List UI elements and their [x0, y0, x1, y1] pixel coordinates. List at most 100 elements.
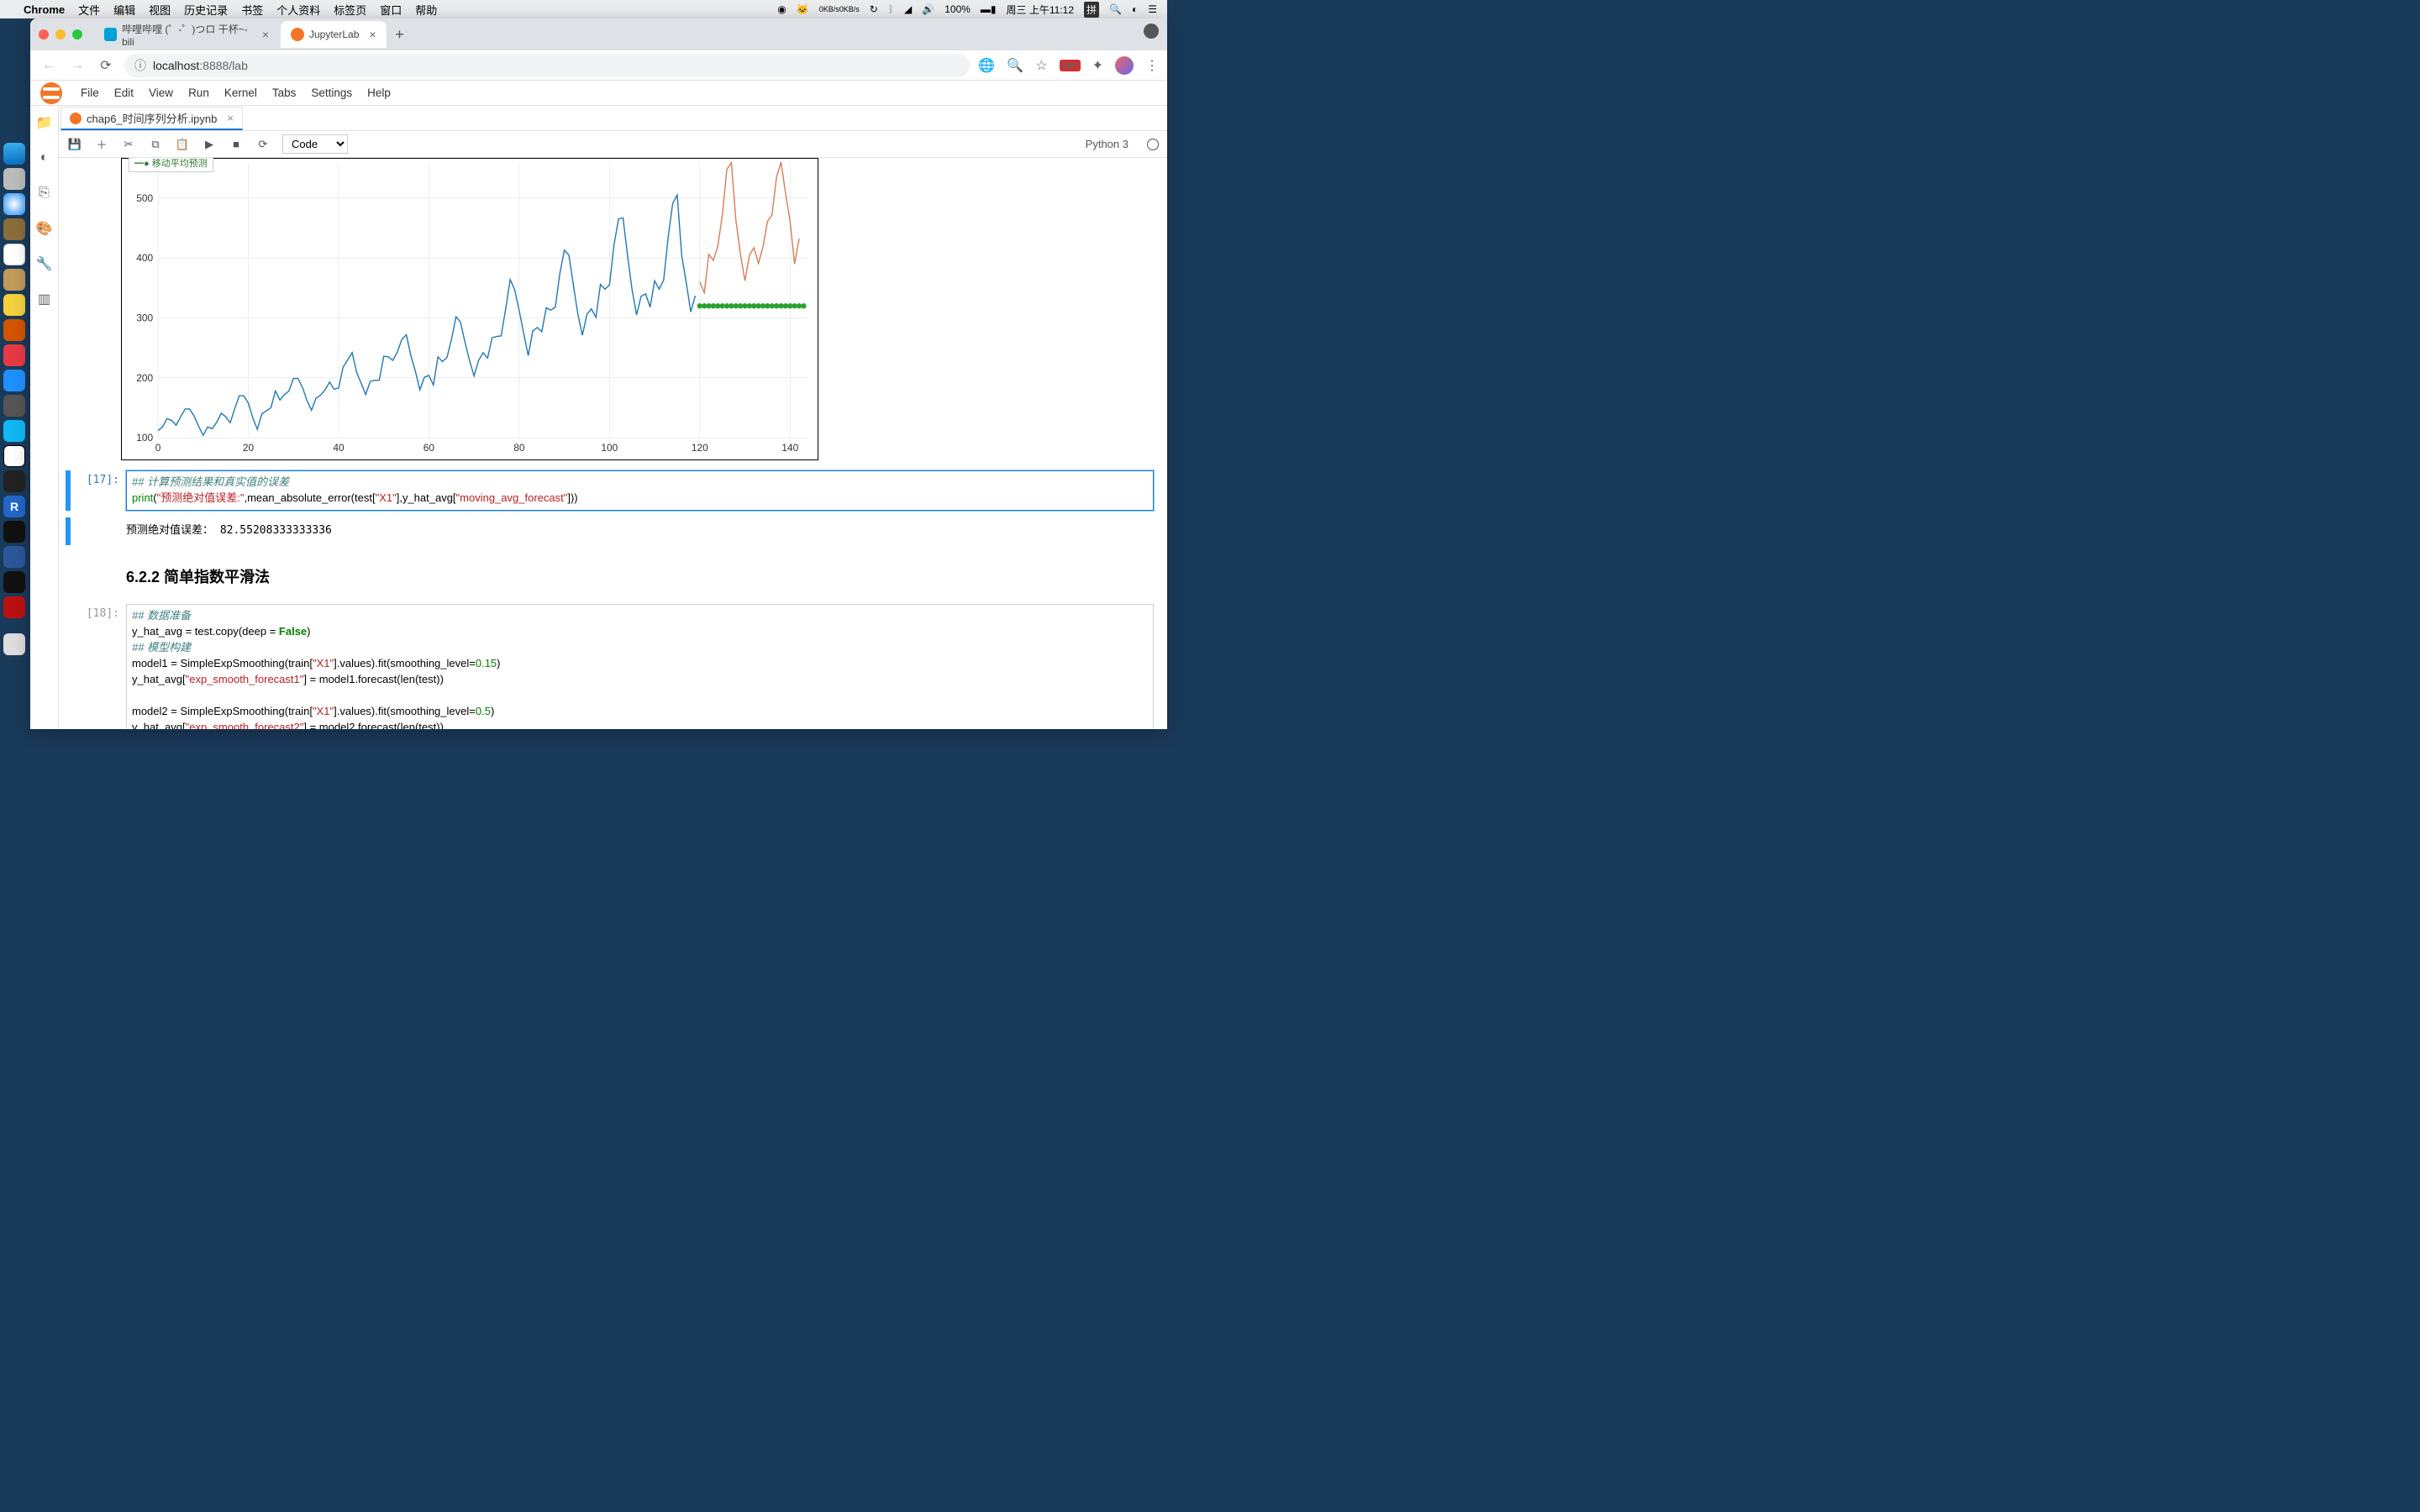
palette-icon[interactable]: 🎨	[36, 220, 53, 237]
jmenu-view[interactable]: View	[149, 87, 173, 99]
restart-button[interactable]: ⟳	[255, 138, 271, 151]
battery-icon[interactable]: ▬▮	[981, 3, 997, 15]
tab-jupyterlab[interactable]: JupyterLab ×	[281, 21, 387, 48]
jupyter-logo-icon[interactable]	[40, 82, 62, 104]
dock-app7[interactable]	[3, 294, 25, 316]
kernel-name[interactable]: Python 3	[1086, 138, 1128, 150]
cell-17[interactable]: [17]: ## 计算预测结果和真实值的误差 print("预测绝对值误差:",…	[59, 469, 1160, 516]
dock-safari[interactable]	[3, 193, 25, 215]
dock-music[interactable]	[3, 344, 25, 366]
dock-app4[interactable]	[3, 218, 25, 240]
dock-appstore[interactable]	[3, 370, 25, 391]
jmenu-settings[interactable]: Settings	[311, 87, 352, 99]
dock-launchpad[interactable]	[3, 168, 25, 190]
record-icon[interactable]: ◉	[777, 3, 786, 15]
translate-icon[interactable]: 🌐	[978, 57, 995, 74]
folder-icon[interactable]: 📁	[36, 114, 53, 131]
control-center-icon[interactable]: ☰	[1148, 3, 1157, 15]
dock-penguin[interactable]	[3, 445, 25, 467]
wrench-icon[interactable]: 🔧	[36, 255, 53, 272]
dock-iterm[interactable]	[3, 571, 25, 593]
menu-history[interactable]: 历史记录	[184, 2, 228, 18]
ime-icon[interactable]: 拼	[1084, 2, 1099, 18]
menu-view[interactable]: 视图	[149, 2, 171, 18]
dock-app6[interactable]	[3, 269, 25, 291]
close-tab-icon[interactable]: ×	[262, 28, 269, 41]
paste-button[interactable]: 📋	[175, 138, 190, 151]
svg-text:80: 80	[513, 442, 525, 454]
dock-app8[interactable]	[3, 319, 25, 341]
dock-vscode[interactable]	[3, 470, 25, 492]
notebook-tab[interactable]: chap6_时间序列分析.ipynb ×	[60, 107, 243, 130]
dock-terminal[interactable]	[3, 521, 25, 543]
siri-icon[interactable]: ◐	[1132, 3, 1138, 15]
chrome-profile-icon[interactable]	[1144, 24, 1159, 39]
adblock-icon[interactable]: ABP	[1060, 60, 1081, 71]
menu-help[interactable]: 帮助	[415, 2, 437, 18]
back-button[interactable]: ←	[39, 55, 59, 76]
wifi-icon[interactable]: ◢	[904, 3, 912, 15]
run-button[interactable]: ▶	[202, 138, 217, 151]
extensions-icon[interactable]: ✦	[1092, 57, 1103, 74]
menu-tabs[interactable]: 标签页	[334, 2, 366, 18]
output-prompt	[76, 517, 126, 545]
kernel-status-icon[interactable]	[1147, 139, 1159, 150]
dock-rstudio[interactable]: R	[3, 496, 25, 517]
tab-bilibili[interactable]: 哔哩哔哩 (゜-゜)つロ 干杯~-bili ×	[94, 21, 279, 48]
add-cell-button[interactable]: ＋	[94, 136, 109, 152]
cat-icon[interactable]: 🐱	[797, 3, 809, 15]
jmenu-kernel[interactable]: Kernel	[224, 87, 257, 99]
forward-button[interactable]: →	[67, 55, 87, 76]
new-tab-button[interactable]: +	[388, 23, 412, 46]
commands-icon[interactable]: ⎘	[36, 185, 53, 202]
tabs-icon[interactable]: ▥	[36, 291, 53, 307]
stop-button[interactable]: ■	[229, 138, 244, 150]
menu-edit[interactable]: 编辑	[113, 2, 135, 18]
menu-window[interactable]: 窗口	[380, 2, 402, 18]
dock-finder[interactable]	[3, 143, 25, 165]
date-time[interactable]: 周三 上午11:12	[1007, 3, 1074, 17]
menu-profile[interactable]: 个人资料	[276, 2, 320, 18]
save-button[interactable]: 💾	[67, 138, 82, 151]
maximize-window-button[interactable]	[72, 29, 82, 39]
bluetooth-icon[interactable]: ᛒ	[888, 3, 894, 15]
spotlight-icon[interactable]: 🔍	[1109, 3, 1122, 15]
jmenu-file[interactable]: File	[81, 87, 99, 99]
cell-18[interactable]: [18]: ## 数据准备 y_hat_avg = test.copy(deep…	[59, 602, 1160, 729]
svg-text:500: 500	[136, 192, 153, 204]
code-input[interactable]: ## 计算预测结果和真实值的误差 print("预测绝对值误差:",mean_a…	[126, 470, 1154, 511]
menu-file[interactable]: 文件	[78, 2, 100, 18]
reload-button[interactable]: ⟳	[96, 55, 116, 76]
copy-button[interactable]: ⧉	[148, 138, 163, 151]
jmenu-help[interactable]: Help	[367, 87, 391, 99]
dock-word[interactable]	[3, 546, 25, 568]
chrome-menu-icon[interactable]: ⋮	[1145, 57, 1159, 74]
site-info-icon[interactable]: ⓘ	[134, 57, 146, 74]
url-field[interactable]: ⓘ localhost:8888/lab	[124, 54, 970, 77]
profile-avatar-icon[interactable]	[1115, 56, 1134, 75]
app-name[interactable]: Chrome	[24, 3, 65, 16]
volume-icon[interactable]: 🔊	[922, 3, 934, 15]
code-input[interactable]: ## 数据准备 y_hat_avg = test.copy(deep = Fal…	[126, 604, 1154, 729]
dock-calendar[interactable]	[3, 244, 25, 265]
notebook-area[interactable]: ━● 移动平均预测 100200300400500020406080100120…	[59, 158, 1167, 729]
jmenu-run[interactable]: Run	[188, 87, 209, 99]
running-icon[interactable]: ◐	[36, 150, 53, 166]
menu-bookmarks[interactable]: 书签	[241, 2, 263, 18]
markdown-cell[interactable]: 6.2.2 简单指数平滑法	[59, 550, 1160, 602]
dock-adobe[interactable]	[3, 596, 25, 618]
zoom-icon[interactable]: 🔍	[1007, 57, 1023, 74]
dock-trash[interactable]	[3, 633, 25, 655]
minimize-window-button[interactable]	[55, 29, 66, 39]
celltype-select[interactable]: Code	[282, 134, 348, 154]
sync-icon[interactable]: ↻	[870, 3, 878, 15]
jmenu-edit[interactable]: Edit	[114, 87, 134, 99]
dock-settings[interactable]	[3, 395, 25, 417]
cut-button[interactable]: ✂	[121, 138, 136, 151]
close-window-button[interactable]	[39, 29, 49, 39]
dock-qq[interactable]	[3, 420, 25, 442]
bookmark-star-icon[interactable]: ☆	[1035, 57, 1047, 74]
close-notebook-icon[interactable]: ×	[227, 112, 234, 124]
close-tab-icon[interactable]: ×	[369, 28, 376, 41]
jmenu-tabs[interactable]: Tabs	[272, 87, 297, 99]
